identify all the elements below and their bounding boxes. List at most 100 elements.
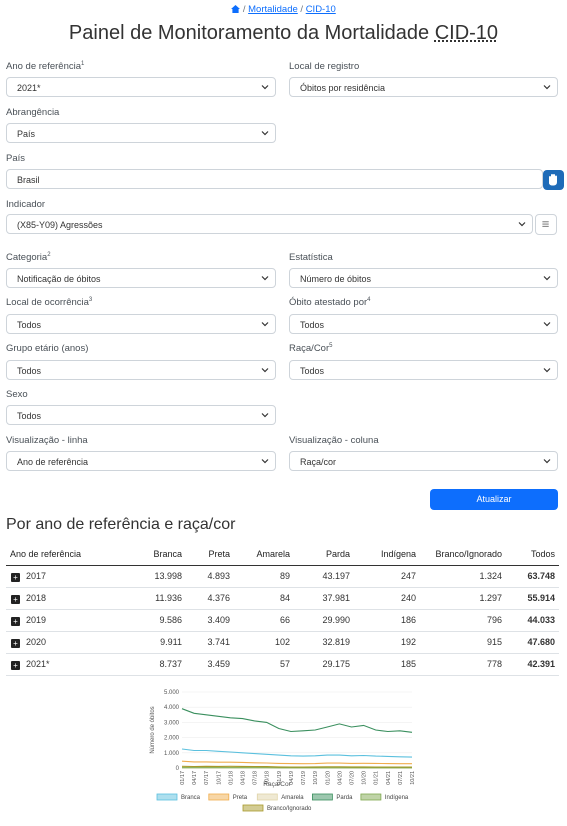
categoria-label: Categoria2: [6, 252, 51, 263]
expand-icon[interactable]: +: [11, 660, 20, 670]
legend-swatch: [360, 793, 382, 801]
col-header-ano: Ano de referência: [6, 543, 126, 566]
table-cell: 247: [354, 565, 420, 588]
abrangencia-select[interactable]: País: [6, 123, 276, 143]
col-header-todos: Todos: [506, 543, 559, 566]
raca-cor-select[interactable]: Todos: [289, 360, 558, 380]
obito-atestado-value: Todos: [300, 320, 325, 330]
expand-icon[interactable]: +: [11, 572, 20, 582]
x-tick-label: 04/21: [386, 771, 392, 785]
categoria-select[interactable]: Notificação de óbitos: [6, 268, 276, 288]
vis-linha-label: Visualização - linha: [6, 435, 88, 446]
breadcrumb-mortalidade-link[interactable]: Mortalidade: [248, 4, 298, 15]
table-cell: 29.175: [294, 653, 354, 676]
table-cell: 2019: [26, 614, 47, 625]
section-title: Por ano de referência e raça/cor: [6, 516, 236, 533]
indicador-label: Indicador: [6, 199, 46, 210]
x-tick-label: 07/19: [301, 771, 307, 785]
legend-label: Branca: [181, 795, 201, 801]
y-axis-label: Número de óbitos: [150, 706, 156, 753]
x-tick-label: 07/21: [398, 771, 404, 785]
expand-icon[interactable]: +: [11, 638, 20, 648]
abrangencia-label: Abrangência: [6, 107, 60, 118]
chevron-down-icon: [543, 459, 551, 464]
page-title-text: Painel de Monitoramento da Mortalidade: [68, 22, 430, 44]
ano-label-text: Ano de referência: [6, 61, 81, 73]
table-cell: 796: [420, 609, 506, 632]
table-cell: 29.990: [294, 609, 354, 632]
chevron-down-icon: [543, 85, 551, 90]
legend-swatch: [208, 793, 230, 801]
expand-icon[interactable]: +: [11, 616, 20, 626]
indicador-select[interactable]: (X85-Y09) Agressões: [6, 214, 533, 234]
accessibility-button[interactable]: [543, 170, 564, 190]
update-button[interactable]: Atualizar: [430, 489, 558, 510]
table-cell: 4.893: [186, 565, 234, 588]
ano-label: Ano de referência1: [6, 61, 84, 72]
table-cell: 3.409: [186, 609, 234, 632]
table-cell: 43.197: [294, 565, 354, 588]
raca-cor-label: Raça/Cor5: [289, 343, 332, 354]
local-ocorrencia-select[interactable]: Todos: [6, 314, 276, 334]
col-header-amarela: Amarela: [234, 543, 294, 566]
categoria-value: Notificação de óbitos: [17, 274, 101, 284]
legend-label: Amarela: [281, 795, 304, 801]
table-row: +2017 13.998 4.893 89 43.197 247 1.324 6…: [6, 565, 559, 588]
grupo-etario-value: Todos: [17, 366, 42, 376]
local-ocorrencia-label: Local de ocorrência3: [6, 297, 92, 308]
local-ocorrencia-label-text: Local de ocorrência: [6, 297, 89, 309]
obito-atestado-label: Óbito atestado por4: [289, 297, 371, 308]
x-tick-label: 10/19: [313, 771, 319, 785]
pais-value: Brasil: [17, 175, 40, 185]
home-icon[interactable]: [231, 5, 241, 13]
hand-icon: [549, 174, 557, 186]
x-tick-label: 01/18: [228, 771, 234, 785]
vis-linha-select[interactable]: Ano de referência: [6, 451, 276, 471]
col-header-parda: Parda: [294, 543, 354, 566]
page-title: Painel de Monitoramento da Mortalidade C…: [0, 22, 567, 45]
series-line-parda: [181, 708, 413, 733]
pais-input[interactable]: Brasil: [6, 169, 543, 189]
table-cell: 778: [420, 653, 506, 676]
table-cell: 4.376: [186, 587, 234, 610]
obito-atestado-select[interactable]: Todos: [289, 314, 558, 334]
legend-label: Indígena: [385, 795, 409, 801]
x-tick-label: 04/20: [337, 771, 343, 785]
x-tick-label: 07/18: [253, 771, 259, 785]
table-cell: 13.998: [126, 565, 186, 588]
grupo-etario-select[interactable]: Todos: [6, 360, 276, 380]
table-row: +2018 11.936 4.376 84 37.981 240 1.297 5…: [6, 587, 559, 610]
table-cell: 1.324: [420, 565, 506, 588]
x-tick-label: 01/21: [374, 771, 380, 785]
local-registro-value: Óbitos por residência: [300, 83, 386, 93]
vis-coluna-select[interactable]: Raça/cor: [289, 451, 558, 471]
chevron-down-icon: [261, 131, 269, 136]
table-cell-total: 55.914: [506, 587, 559, 610]
table-cell: 3.459: [186, 653, 234, 676]
y-tick-label: 2.000: [164, 736, 180, 742]
table-cell: 2020: [26, 636, 47, 647]
legend-label: Branco/Ignorado: [267, 806, 312, 812]
chevron-down-icon: [261, 459, 269, 464]
table-cell: 2021*: [26, 658, 50, 669]
y-tick-label: 4.000: [164, 705, 180, 711]
indicator-list-button[interactable]: [535, 214, 557, 235]
line-chart: 5.0004.0003.0002.0001.0000Número de óbit…: [150, 690, 416, 812]
sexo-label: Sexo: [6, 389, 28, 400]
expand-icon[interactable]: +: [11, 594, 20, 604]
raca-cor-label-text: Raça/Cor: [289, 343, 330, 355]
estatistica-select[interactable]: Número de óbitos: [289, 268, 558, 288]
x-tick-label: 10/21: [410, 771, 416, 785]
ano-select[interactable]: 2021*: [6, 77, 276, 97]
table-cell: 1.297: [420, 587, 506, 610]
indicador-value: (X85-Y09) Agressões: [17, 220, 103, 230]
chevron-down-icon: [261, 276, 269, 281]
legend-label: Parda: [336, 795, 353, 801]
breadcrumb-cid10-link[interactable]: CID-10: [306, 4, 336, 15]
sexo-select[interactable]: Todos: [6, 405, 276, 425]
table-cell: 66: [234, 609, 294, 632]
legend-swatch: [256, 793, 278, 801]
table-cell: 9.911: [126, 631, 186, 654]
table-cell: 192: [354, 631, 420, 654]
local-registro-select[interactable]: Óbitos por residência: [289, 77, 558, 97]
